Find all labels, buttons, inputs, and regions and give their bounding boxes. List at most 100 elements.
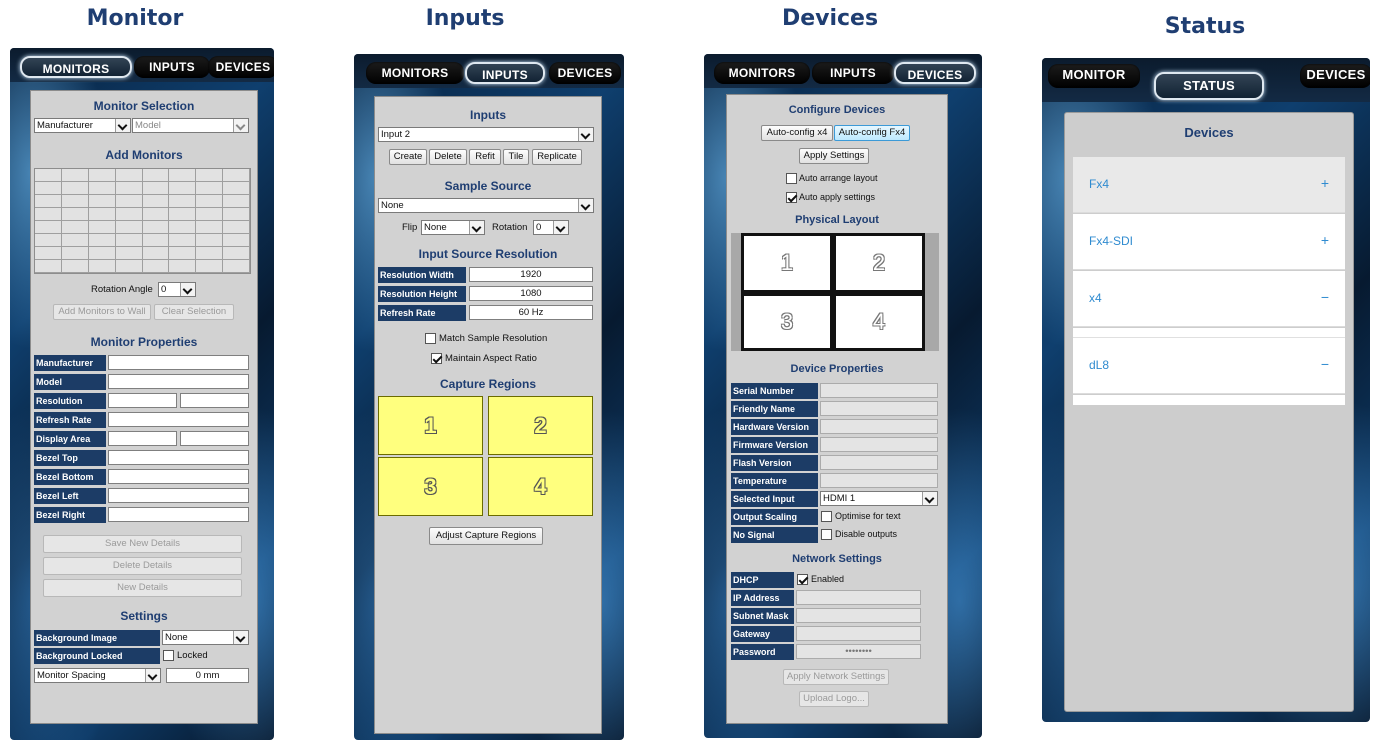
password-field[interactable]: •••••••• [796,644,921,659]
device-row-fx4[interactable]: Fx4 + [1073,157,1345,213]
hardware-version-field[interactable] [820,419,938,434]
firmware-version-field[interactable] [820,437,938,452]
refresh-rate-field[interactable]: 60 Hz [469,305,593,320]
tab-inputs[interactable]: INPUTS [812,62,894,84]
expand-icon[interactable]: + [1321,232,1329,248]
background-image-select[interactable]: None [162,630,249,645]
resolution-width-field[interactable]: 1920 [469,267,593,282]
ip-address-field[interactable] [796,590,921,605]
prop-label-refresh-rate: Refresh Rate [34,412,106,428]
save-new-details-button[interactable]: Save New Details [43,535,242,553]
bezel-left-field[interactable] [108,488,249,503]
bezel-right-field[interactable] [108,507,249,522]
monitor-spacing-field[interactable]: 0 mm [166,668,249,683]
inputs-panel: Inputs Input 2 Create Delete Refit Tile … [374,96,602,734]
tab-monitors[interactable]: MONITORS [20,56,132,78]
display-area-width-field[interactable] [108,431,177,446]
new-details-button[interactable]: New Details [43,579,242,597]
capture-region-3[interactable]: 3 [378,457,483,516]
clear-selection-button[interactable]: Clear Selection [154,304,234,320]
tile-button[interactable]: Tile [503,149,529,165]
device-row-dl8[interactable]: dL8 − [1073,338,1345,394]
flash-version-field[interactable] [820,455,938,470]
dhcp-enabled-label: Enabled [811,574,845,584]
model-select[interactable]: Model [132,118,249,133]
device-properties-title: Device Properties [790,363,884,375]
expand-icon[interactable]: + [1321,175,1329,191]
display-area-height-field[interactable] [180,431,249,446]
replicate-button[interactable]: Replicate [532,149,582,165]
tab-devices[interactable]: DEVICES [549,62,621,84]
resolution-width-label: Resolution Width [378,267,466,283]
optimise-checkbox[interactable] [821,511,832,522]
temperature-field[interactable] [820,473,938,488]
bezel-top-field[interactable] [108,450,249,465]
resolution-height-field[interactable]: 1080 [469,286,593,301]
bezel-bottom-field[interactable] [108,469,249,484]
auto-config-fx4-button[interactable]: Auto-config Fx4 [834,125,910,141]
tab-devices[interactable]: DEVICES [894,62,976,84]
tab-monitors[interactable]: MONITORS [366,62,464,84]
apply-network-settings-button[interactable]: Apply Network Settings [783,669,889,685]
collapse-icon[interactable]: − [1321,356,1329,372]
adjust-capture-regions-button[interactable]: Adjust Capture Regions [429,527,543,545]
delete-details-button[interactable]: Delete Details [43,557,242,575]
resolution-width-field[interactable] [108,393,177,408]
rotation-select[interactable]: 0 [533,220,569,235]
upload-logo-button[interactable]: Upload Logo... [799,691,869,707]
prop-label-bezel-top: Bezel Top [34,450,106,466]
subnet-mask-field[interactable] [796,608,921,623]
tab-inputs[interactable]: INPUTS [134,56,210,78]
sample-source-select[interactable]: None [378,198,594,213]
add-monitors-to-wall-button[interactable]: Add Monitors to Wall [53,304,151,320]
monitor-spacing-select[interactable]: Monitor Spacing [34,668,161,683]
refresh-rate-field[interactable] [108,412,249,427]
capture-region-1[interactable]: 1 [378,396,483,455]
match-sample-checkbox[interactable] [425,333,436,344]
device-name: x4 [1089,291,1102,305]
capture-region-4[interactable]: 4 [488,457,593,516]
rotation-angle-select[interactable]: 0 [158,282,196,297]
collapse-icon[interactable]: − [1321,289,1329,305]
subnet-mask-label: Subnet Mask [731,608,794,624]
gateway-field[interactable] [796,626,921,641]
tab-devices[interactable]: DEVICES [208,56,274,78]
layout-cell-4[interactable]: 4 [833,293,925,351]
manufacturer-select[interactable]: Manufacturer [34,118,131,133]
create-button[interactable]: Create [389,149,427,165]
auto-config-x4-button[interactable]: Auto-config x4 [761,125,833,141]
input-select[interactable]: Input 2 [378,127,594,142]
layout-cell-1[interactable]: 1 [741,233,833,293]
device-row-fx4-sdi[interactable]: Fx4-SDI + [1073,214,1345,270]
friendly-name-label: Friendly Name [731,401,818,417]
tab-status[interactable]: STATUS [1154,72,1264,100]
layout-cell-2[interactable]: 2 [833,233,925,293]
auto-apply-checkbox[interactable] [786,192,797,203]
tab-inputs[interactable]: INPUTS [465,62,545,84]
dhcp-checkbox[interactable] [797,574,808,585]
background-locked-checkbox[interactable] [163,650,174,661]
device-row-x4-expanded [1073,328,1345,338]
friendly-name-field[interactable] [820,401,938,416]
serial-number-field[interactable] [820,383,938,398]
manufacturer-field[interactable] [108,355,249,370]
resolution-height-field[interactable] [180,393,249,408]
apply-settings-button[interactable]: Apply Settings [799,148,869,164]
tab-monitor[interactable]: MONITOR [1048,64,1140,88]
auto-arrange-checkbox[interactable] [786,173,797,184]
model-field[interactable] [108,374,249,389]
tab-monitors[interactable]: MONITORS [714,62,810,84]
capture-region-2[interactable]: 2 [488,396,593,455]
device-row-x4[interactable]: x4 − [1073,271,1345,327]
disable-outputs-checkbox[interactable] [821,529,832,540]
flip-select[interactable]: None [421,220,485,235]
maintain-aspect-checkbox[interactable] [431,353,442,364]
layout-cell-3[interactable]: 3 [741,293,833,351]
refit-button[interactable]: Refit [469,149,501,165]
monitor-grid[interactable] [34,168,251,274]
tab-bar: MONITOR STATUS DEVICES [1042,58,1370,102]
monitor-column-title: Monitor [86,6,184,31]
tab-devices[interactable]: DEVICES [1300,64,1370,88]
selected-input-select[interactable]: HDMI 1 [820,491,938,506]
delete-button[interactable]: Delete [429,149,467,165]
